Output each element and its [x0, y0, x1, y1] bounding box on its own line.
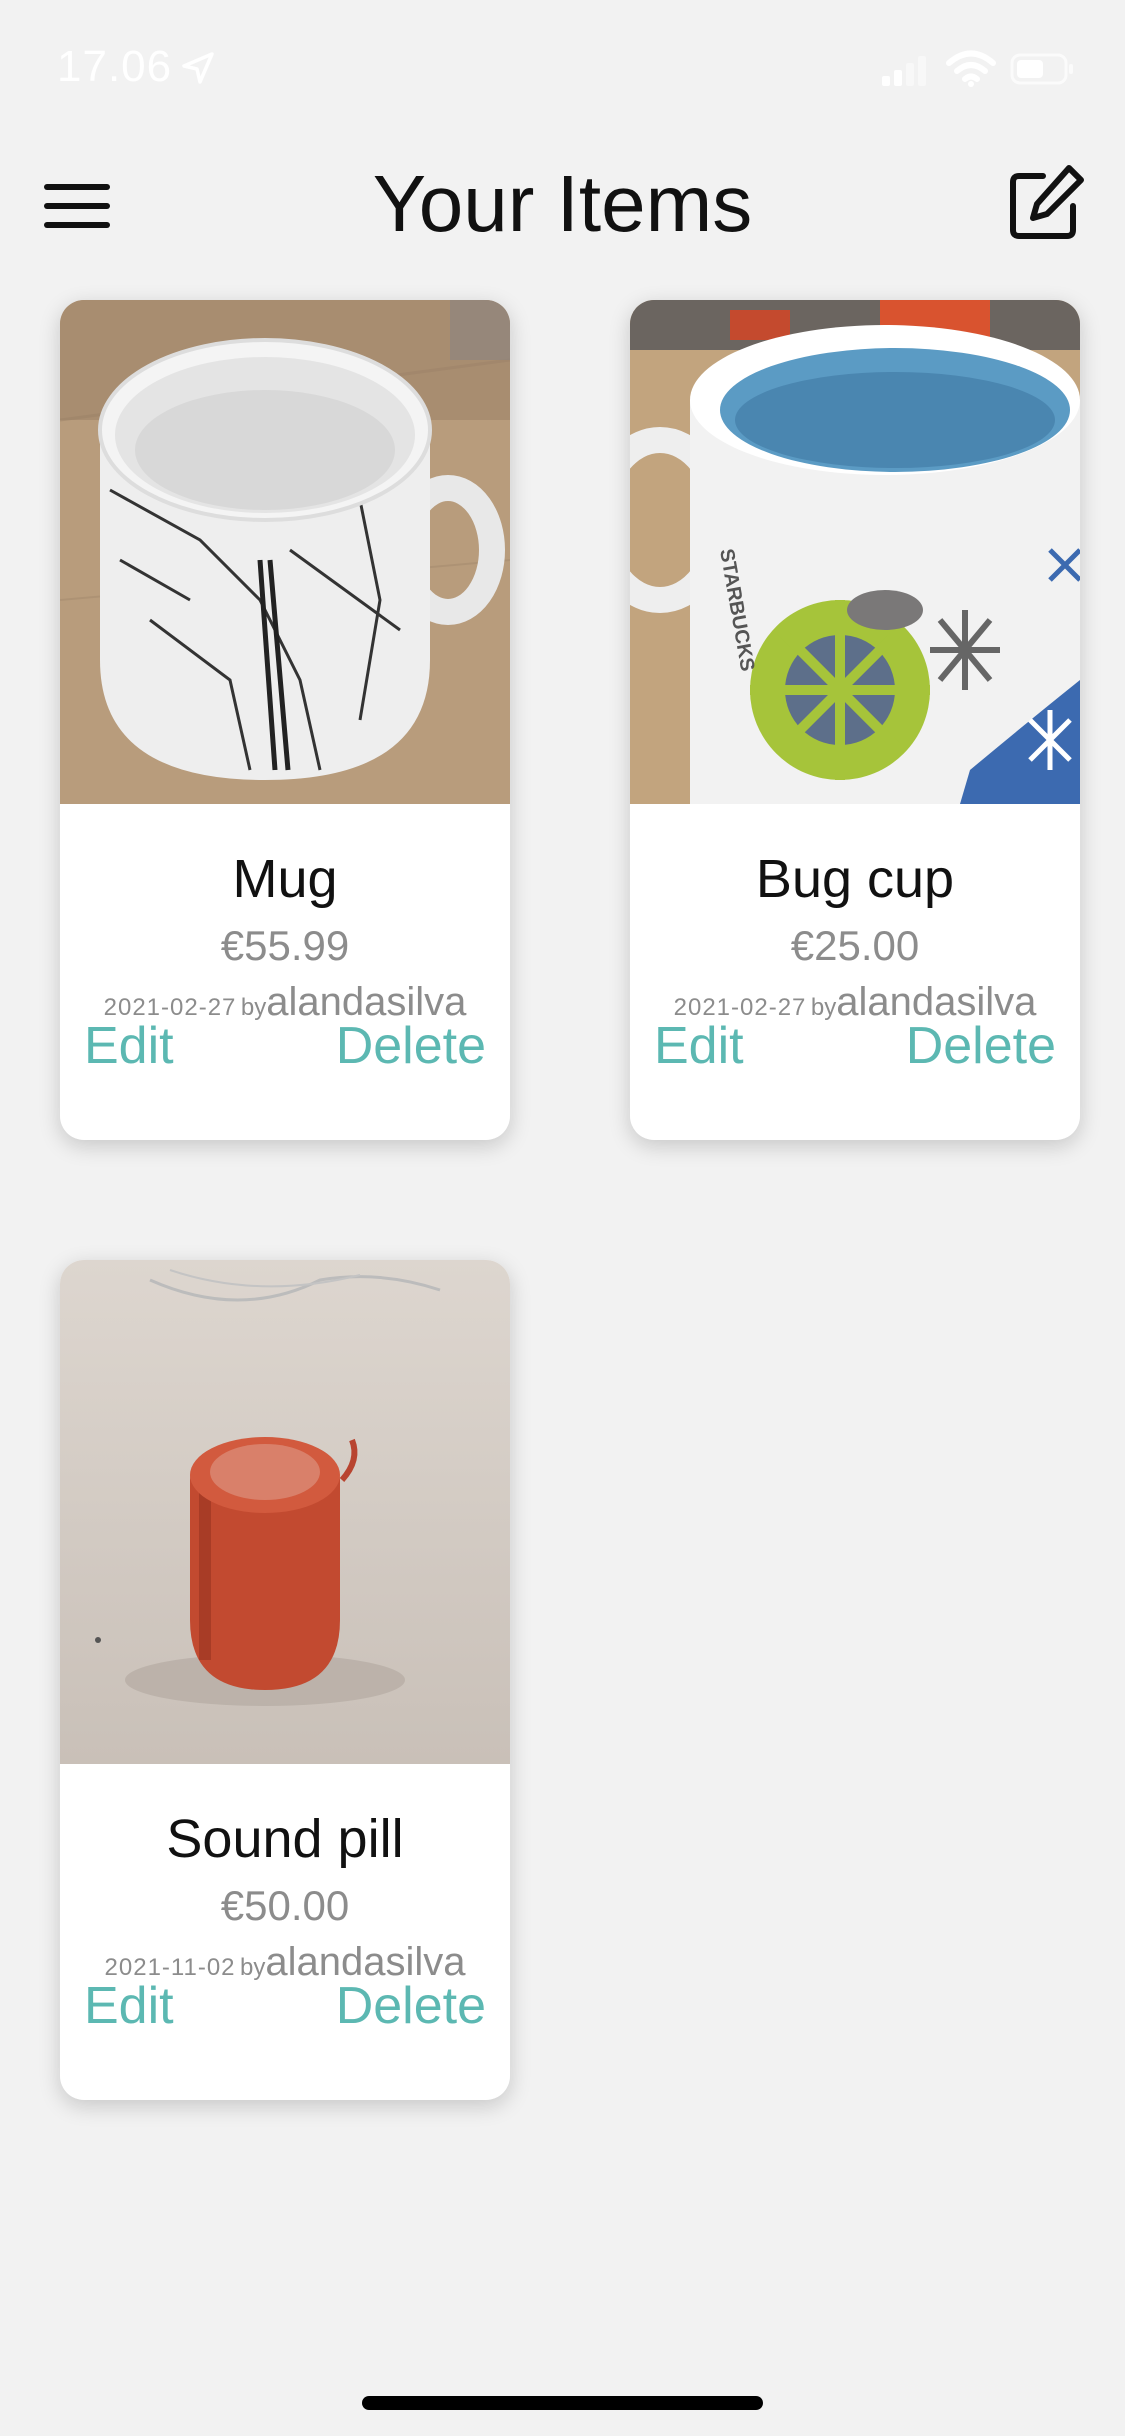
delete-button[interactable]: Delete: [906, 1016, 1056, 1076]
status-time: 17.06: [57, 42, 173, 91]
item-photo: [60, 300, 510, 804]
item-name: Sound pill: [166, 1809, 404, 1869]
edit-button[interactable]: Edit: [84, 1016, 174, 1076]
item-by-label: by: [240, 994, 267, 1021]
edit-button[interactable]: Edit: [84, 1976, 174, 2036]
wifi-icon: [946, 50, 996, 87]
item-price: €50.00: [220, 1882, 350, 1929]
item-card-body: Sound pill €50.00 2021-11-02 byalandasil…: [60, 1764, 510, 2100]
item-photo: STARBUCKS: [630, 300, 1080, 804]
delete-button[interactable]: Delete: [336, 1976, 486, 2036]
item-card-body: Bug cup €25.00 2021-02-27 byalandasilva …: [630, 804, 1080, 1140]
item-by-label: by: [239, 1954, 266, 1981]
item-by-label: by: [810, 994, 837, 1021]
status-bar: 17.06: [0, 0, 1125, 140]
item-price: €25.00: [790, 922, 920, 969]
item-card-body: Mug €55.99 2021-02-27 byalandasilva Edit…: [60, 804, 510, 1140]
item-price: €55.99: [220, 922, 350, 969]
location-arrow-icon: [182, 52, 214, 84]
screen: 17.06 Your Items Mug €55.99 2021-02-27 b…: [0, 0, 1125, 2436]
page-title: Your Items: [372, 159, 753, 248]
compose-icon[interactable]: [1003, 162, 1087, 246]
item-name: Mug: [232, 849, 338, 909]
item-card[interactable]: STARBUCKS Bug cup €25.00 2021-02-27 byal…: [630, 300, 1080, 1140]
item-card[interactable]: Mug €55.99 2021-02-27 byalandasilva Edit…: [60, 300, 510, 1140]
signal-icon: [882, 56, 926, 86]
home-indicator[interactable]: [362, 2396, 763, 2410]
edit-button[interactable]: Edit: [654, 1016, 744, 1076]
item-card[interactable]: Sound pill €50.00 2021-11-02 byalandasil…: [60, 1260, 510, 2100]
delete-button[interactable]: Delete: [336, 1016, 486, 1076]
header: Your Items: [0, 140, 1125, 270]
item-photo: [60, 1260, 510, 1764]
item-name: Bug cup: [755, 849, 955, 909]
battery-icon: [1010, 53, 1073, 85]
